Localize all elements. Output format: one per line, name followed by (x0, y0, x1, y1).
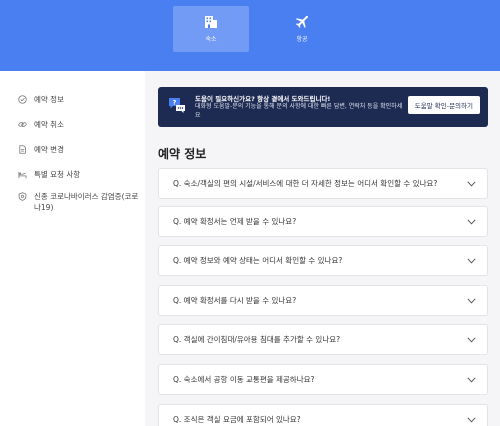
bed-icon (18, 171, 27, 179)
faq-item[interactable]: Q. 조식은 객실 요금에 포함되어 있나요? (158, 404, 488, 426)
tab-accommodation-label: 숙소 (205, 36, 217, 43)
faq-question: Q. 숙소/객실의 편의 시설/서비스에 대한 더 자세한 정보는 어디서 확인… (173, 179, 438, 188)
faq-item[interactable]: Q. 예약 확정서를 다시 받을 수 있나요? (158, 285, 488, 316)
faq-item[interactable]: Q. 예약 정보와 예약 상태는 어디서 확인할 수 있나요? (158, 245, 488, 276)
chevron-down-icon (467, 376, 476, 383)
faq-item[interactable]: Q. 객실에 간이침대/유아용 침대를 추가할 수 있나요? (158, 324, 488, 355)
help-chat-icon: ? (169, 98, 185, 113)
chevron-down-icon (467, 218, 476, 225)
chevron-down-icon (467, 180, 476, 187)
sidebar-item-cancel-booking[interactable]: 예약 취소 (18, 119, 140, 130)
sidebar-item-label: 신종 코로나바이러스 감염증(코로나19) (34, 192, 139, 212)
chevron-down-icon (467, 297, 476, 304)
document-icon (19, 145, 26, 154)
main-content: ? 도움이 필요하신가요? 항상 곁에서 도와드립니다! 대화형 도움말-문의 … (145, 71, 500, 426)
airplane-icon (295, 15, 308, 28)
chevron-down-icon (467, 257, 476, 264)
shield-icon (18, 192, 27, 201)
faq-question: Q. 예약 확정서를 다시 받을 수 있나요? (173, 296, 297, 305)
top-navigation-bar: 숙소 항공 (0, 0, 500, 71)
sidebar-item-label: 예약 정보 (34, 95, 64, 104)
faq-question: Q. 예약 확정서는 언제 받을 수 있나요? (173, 217, 297, 226)
check-circle-icon (18, 95, 27, 104)
help-banner: ? 도움이 필요하신가요? 항상 곁에서 도와드립니다! 대화형 도움말-문의 … (158, 87, 488, 127)
help-contact-button[interactable]: 도움말 확인-문의하기 (407, 96, 480, 114)
section-title: 예약 정보 (158, 147, 207, 161)
chevron-down-icon (467, 416, 476, 423)
link-icon (18, 122, 27, 127)
sidebar-item-booking-info[interactable]: 예약 정보 (18, 94, 140, 105)
faq-item[interactable]: Q. 예약 확정서는 언제 받을 수 있나요? (158, 206, 488, 237)
faq-question: Q. 예약 정보와 예약 상태는 어디서 확인할 수 있나요? (173, 256, 343, 265)
faq-item[interactable]: Q. 숙소에서 공항 이동 교통편을 제공하나요? (158, 364, 488, 395)
sidebar-item-label: 예약 취소 (34, 120, 64, 129)
faq-item[interactable]: Q. 숙소/객실의 편의 시설/서비스에 대한 더 자세한 정보는 어디서 확인… (158, 168, 488, 199)
sidebar-item-covid19[interactable]: 신종 코로나바이러스 감염증(코로나19) (18, 191, 140, 213)
tab-flights[interactable]: 항공 (264, 6, 340, 52)
help-banner-description: 대화형 도움말-문의 기능을 통해 문의 사항에 대한 빠른 답변, 연락처 등… (195, 103, 403, 119)
sidebar: 예약 정보 예약 취소 예약 변경 특별 요청 사항 신종 코로나바이러스 감염… (0, 71, 145, 426)
hotel-icon (205, 16, 217, 28)
faq-question: Q. 객실에 간이침대/유아용 침대를 추가할 수 있나요? (173, 335, 341, 344)
sidebar-item-label: 특별 요청 사항 (34, 170, 81, 179)
sidebar-item-change-booking[interactable]: 예약 변경 (18, 144, 140, 155)
sidebar-item-special-requests[interactable]: 특별 요청 사항 (18, 169, 140, 180)
sidebar-item-label: 예약 변경 (34, 145, 64, 154)
tab-flights-label: 항공 (296, 36, 308, 43)
chevron-down-icon (467, 336, 476, 343)
faq-question: Q. 조식은 객실 요금에 포함되어 있나요? (173, 415, 301, 424)
faq-question: Q. 숙소에서 공항 이동 교통편을 제공하나요? (173, 375, 315, 384)
tab-accommodation[interactable]: 숙소 (173, 6, 249, 52)
